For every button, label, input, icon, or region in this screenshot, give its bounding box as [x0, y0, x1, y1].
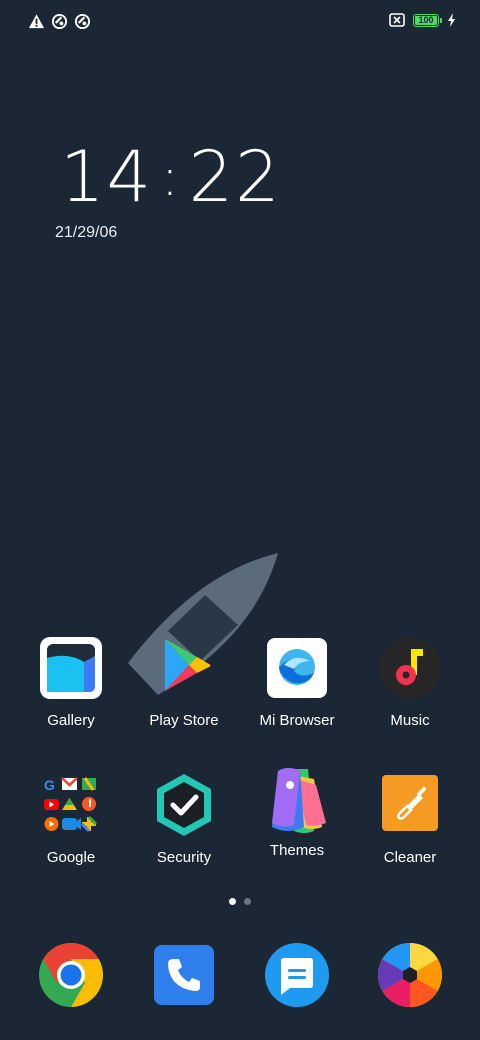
app-google-folder[interactable]: G Google [15, 772, 127, 866]
messages-icon [265, 943, 329, 1007]
data-saver-icon [74, 13, 91, 30]
app-music[interactable]: Music [354, 635, 466, 729]
app-label: Gallery [47, 712, 95, 729]
themes-icon [264, 765, 330, 837]
security-icon [151, 772, 217, 838]
music-icon [377, 635, 443, 701]
app-label: Play Store [149, 712, 219, 729]
app-gallery[interactable]: Gallery [15, 635, 127, 729]
app-mi-browser[interactable]: Mi Browser [241, 635, 353, 729]
page-dot[interactable] [244, 898, 251, 905]
clock-separator: : [161, 148, 181, 208]
app-label: Music [390, 712, 430, 729]
date-text: 21/29/06 [55, 224, 118, 241]
clock-minutes: 22 [188, 136, 282, 218]
clock-widget[interactable]: 14:22 [60, 142, 282, 212]
gallery-icon [38, 635, 104, 701]
app-label: Themes [269, 842, 325, 859]
dock-chrome[interactable] [38, 942, 104, 1008]
svg-text:G: G [44, 777, 55, 793]
google-folder-icon: G [38, 772, 104, 838]
app-label: Cleaner [383, 849, 437, 866]
dock-messages[interactable] [264, 942, 330, 1008]
charging-bolt-icon [448, 13, 455, 27]
battery-icon: 100 [413, 13, 442, 27]
battery-level-text: 100 [418, 14, 434, 25]
play-store-icon [151, 635, 217, 701]
camera-icon [378, 943, 442, 1007]
mi-browser-icon [264, 635, 330, 701]
status-bar: 100 [0, 0, 480, 44]
clock-hours: 14 [60, 136, 154, 218]
phone-icon [154, 945, 214, 1005]
chrome-icon [39, 943, 103, 1007]
warning-icon [28, 14, 45, 29]
dock-camera[interactable] [377, 942, 443, 1008]
status-left-icons [28, 13, 91, 30]
app-cleaner[interactable]: Cleaner [354, 772, 466, 866]
cleaner-icon [377, 772, 443, 838]
app-security[interactable]: Security [128, 772, 240, 866]
do-not-disturb-icon [51, 13, 68, 30]
status-right-icons: 100 [389, 13, 456, 27]
app-play-store[interactable]: Play Store [128, 635, 240, 729]
app-label: Security [156, 849, 212, 866]
app-themes[interactable]: Themes [241, 765, 353, 859]
page-dot-active[interactable] [229, 898, 236, 905]
page-indicator [0, 898, 480, 905]
app-label: Google [46, 849, 96, 866]
dock-phone[interactable] [151, 942, 217, 1008]
app-label: Mi Browser [259, 712, 335, 729]
sim-off-icon [389, 13, 405, 27]
